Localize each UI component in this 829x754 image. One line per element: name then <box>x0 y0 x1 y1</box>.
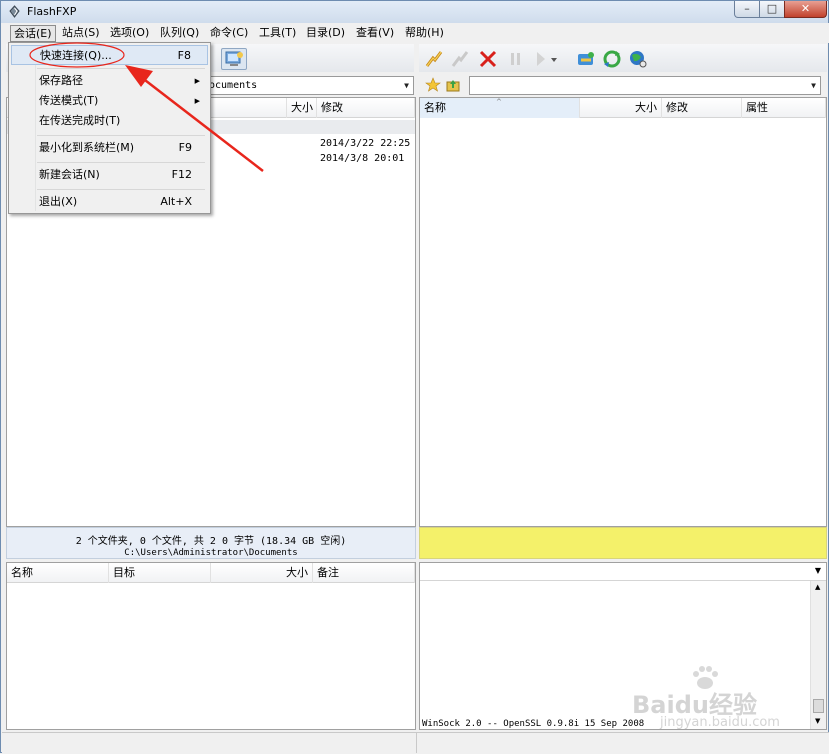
highlight-ellipse <box>29 42 125 68</box>
annotation-overlay <box>29 42 264 172</box>
flashfxp-window: FlashFXP – □ ✕ 会话(E) 站点(S) 选项(O) 队列(Q) 命… <box>0 0 829 753</box>
annotation-arrow-line <box>140 76 264 172</box>
